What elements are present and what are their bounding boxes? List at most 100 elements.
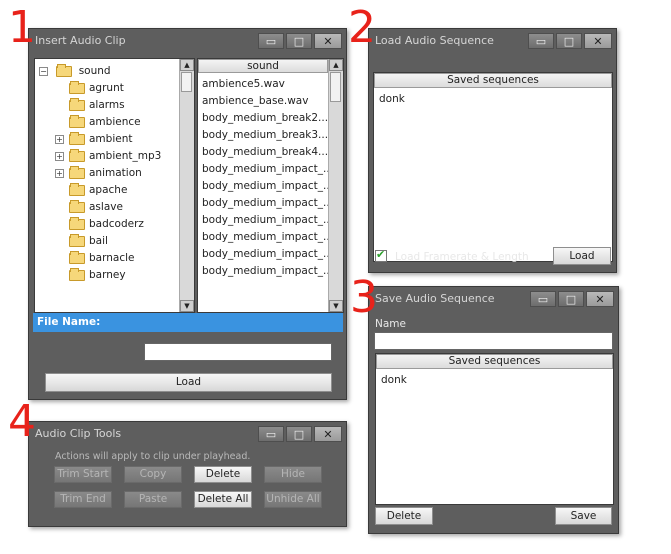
file-item[interactable]: body_medium_impact_...: [202, 246, 333, 263]
maximize-button[interactable]: □: [556, 33, 582, 49]
tree-item[interactable]: barney: [55, 267, 126, 284]
minimize-button[interactable]: ▭: [258, 426, 284, 442]
tree-line: [55, 203, 64, 212]
file-item[interactable]: body_medium_break2....: [202, 110, 331, 127]
folder-icon: [69, 148, 85, 162]
clip-tools-hint: Actions will apply to clip under playhea…: [55, 451, 251, 462]
maximize-button[interactable]: □: [286, 426, 312, 442]
sequence-name-input[interactable]: [374, 332, 613, 350]
tree-item[interactable]: bail: [55, 233, 108, 250]
close-button[interactable]: ✕: [584, 33, 612, 49]
expand-icon[interactable]: +: [55, 151, 64, 161]
tree-item-label: barnacle: [89, 252, 135, 264]
tree-scrollbar[interactable]: ▲ ▼: [179, 59, 194, 312]
save-sequence-button[interactable]: Save: [555, 507, 612, 525]
tree-item-label: bail: [89, 235, 108, 247]
tree-item[interactable]: + animation: [55, 165, 142, 182]
delete-sequence-button[interactable]: Delete: [375, 507, 433, 525]
maximize-button[interactable]: □: [286, 33, 312, 49]
tree-line: [55, 118, 64, 127]
close-button[interactable]: ✕: [314, 426, 342, 442]
minimize-button[interactable]: ▭: [530, 291, 556, 307]
annotation-1: 1: [8, 2, 36, 53]
paste-button[interactable]: Paste: [124, 491, 182, 508]
load-sequence-button[interactable]: Load: [553, 247, 611, 265]
audio-clip-tools-window: Audio Clip Tools ▭ □ ✕ Actions will appl…: [28, 421, 347, 527]
maximize-button[interactable]: □: [558, 291, 584, 307]
tree-item[interactable]: agrunt: [55, 80, 124, 97]
copy-button[interactable]: Copy: [124, 466, 182, 483]
saved-sequences-header: Saved sequences: [374, 73, 612, 88]
tree-item[interactable]: aslave: [55, 199, 123, 216]
scroll-thumb[interactable]: [330, 72, 341, 102]
file-name-label: File Name:: [37, 316, 101, 328]
delete-all-button[interactable]: Delete All: [194, 491, 252, 508]
framerate-checkbox[interactable]: ✔: [375, 248, 387, 262]
folder-icon: [69, 182, 85, 196]
tree-item-label: aslave: [89, 201, 123, 213]
annotation-3: 3: [350, 272, 378, 323]
tree-item[interactable]: ambience: [55, 114, 141, 131]
file-item[interactable]: body_medium_break4....: [202, 144, 331, 161]
file-name-bar: File Name:: [33, 313, 343, 332]
file-item[interactable]: ambience5.wav: [202, 76, 285, 93]
file-item[interactable]: body_medium_impact_...: [202, 195, 333, 212]
close-button[interactable]: ✕: [314, 33, 342, 49]
tree-line: [55, 101, 64, 110]
sequence-item[interactable]: donk: [379, 93, 405, 105]
close-button[interactable]: ✕: [586, 291, 614, 307]
scroll-up-icon[interactable]: ▲: [180, 59, 194, 71]
saved-sequences-header: Saved sequences: [376, 354, 613, 369]
tree-item[interactable]: apache: [55, 182, 127, 199]
sequence-item[interactable]: donk: [381, 374, 407, 386]
file-item[interactable]: body_medium_impact_...: [202, 178, 333, 195]
minimize-button[interactable]: ▭: [258, 33, 284, 49]
file-scrollbar[interactable]: ▲ ▼: [328, 59, 343, 312]
tree-item[interactable]: + ambient_mp3: [55, 148, 161, 165]
tree-line: [55, 254, 64, 263]
file-item[interactable]: body_medium_impact_...: [202, 229, 333, 246]
save-sequence-list[interactable]: Saved sequences donk: [375, 353, 614, 505]
file-name-input[interactable]: [144, 343, 332, 361]
trim-start-button[interactable]: Trim Start: [54, 466, 112, 483]
save-audio-sequence-window: Save Audio Sequence ▭ □ ✕ Name Saved seq…: [368, 286, 619, 534]
scroll-up-icon[interactable]: ▲: [329, 59, 343, 71]
file-list-header[interactable]: sound: [198, 59, 328, 73]
hide-button[interactable]: Hide: [264, 466, 322, 483]
folder-tree[interactable]: − sound agrunt alarms ambience + ambient + amb…: [34, 58, 195, 313]
tree-root-label: sound: [78, 65, 111, 77]
tree-item[interactable]: barnacle: [55, 250, 134, 267]
delete-clip-button[interactable]: Delete: [194, 466, 252, 483]
scroll-down-icon[interactable]: ▼: [180, 300, 194, 312]
tree-root[interactable]: − sound: [39, 63, 111, 80]
unhide-all-button[interactable]: Unhide All: [264, 491, 322, 508]
name-label: Name: [375, 318, 406, 330]
expand-icon[interactable]: +: [55, 168, 64, 178]
tree-item-label: ambient_mp3: [89, 150, 162, 162]
file-item[interactable]: body_medium_impact_...: [202, 263, 333, 280]
scroll-thumb[interactable]: [181, 72, 192, 92]
insert-audio-clip-window: Insert Audio Clip ▭ □ ✕ − sound agrunt al…: [28, 28, 347, 400]
tree-item-label: animation: [89, 167, 142, 179]
tree-line: [55, 237, 64, 246]
tree-item-label: apache: [89, 184, 128, 196]
tree-item[interactable]: badcoderz: [55, 216, 144, 233]
collapse-icon[interactable]: −: [39, 66, 48, 76]
tree-item[interactable]: + ambient: [55, 131, 132, 148]
scroll-down-icon[interactable]: ▼: [329, 300, 343, 312]
load-clip-button[interactable]: Load: [45, 373, 332, 392]
file-item[interactable]: body_medium_impact_...: [202, 161, 333, 178]
file-list[interactable]: sound ambience5.wav ambience_base.wav body…: [197, 58, 344, 313]
minimize-button[interactable]: ▭: [528, 33, 554, 49]
folder-icon: [69, 80, 85, 94]
tree-item-label: agrunt: [89, 82, 124, 94]
tree-item-label: ambience: [89, 116, 141, 128]
expand-icon[interactable]: +: [55, 134, 64, 144]
load-sequence-list[interactable]: Saved sequences donk: [373, 72, 613, 262]
file-item[interactable]: body_medium_break3....: [202, 127, 331, 144]
trim-end-button[interactable]: Trim End: [54, 491, 112, 508]
tree-item[interactable]: alarms: [55, 97, 125, 114]
file-item[interactable]: body_medium_impact_...: [202, 212, 333, 229]
file-item[interactable]: ambience_base.wav: [202, 93, 308, 110]
annotation-4: 4: [8, 396, 36, 447]
